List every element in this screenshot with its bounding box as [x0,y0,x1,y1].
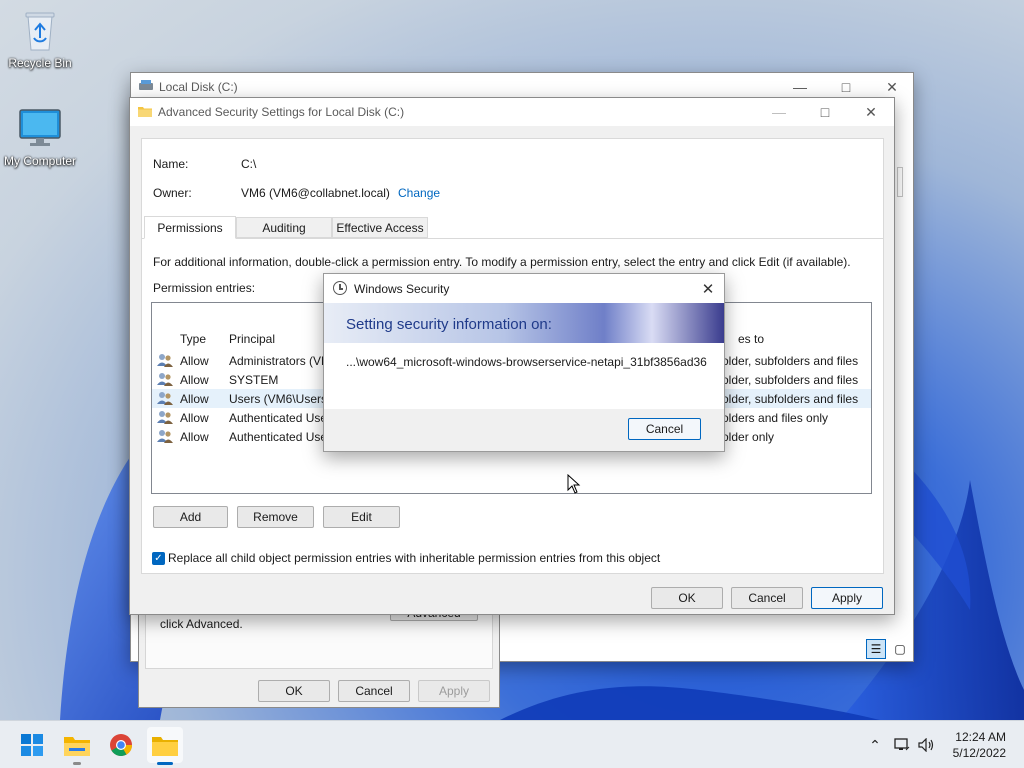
cancel-button[interactable]: Cancel [338,680,410,702]
close-button[interactable]: ✕ [848,98,894,126]
security-heading: Setting security information on: [346,316,552,333]
taskbar-clock[interactable]: 12:24 AM 5/12/2022 [953,729,1006,761]
security-path: ...\wow64_microsoft-windows-browserservi… [346,355,707,369]
large-icons-view-icon[interactable]: ▢ [890,639,910,659]
taskbar-file-explorer[interactable] [59,727,95,765]
maximize-button[interactable]: □ [802,98,848,126]
row-principal: Authenticated Use [229,430,328,444]
info-text: For additional information, double-click… [153,255,851,269]
window-title: Local Disk (C:) [159,80,238,94]
name-label: Name: [153,157,189,171]
security-titlebar: Windows Security ✕ [324,274,724,303]
cancel-button[interactable]: Cancel [628,418,701,440]
tab-permissions[interactable]: Permissions [144,216,236,239]
security-body: ...\wow64_microsoft-windows-browserservi… [324,343,724,409]
folder-icon [152,737,178,756]
volume-icon[interactable] [918,736,936,754]
clock-date: 5/12/2022 [952,746,1006,760]
start-button[interactable] [14,727,50,763]
owner-value: VM6 (VM6@collabnet.local) [241,186,390,200]
clock-time: 12:24 AM [955,730,1006,744]
close-button[interactable]: ✕ [696,278,720,300]
chevron-up-icon[interactable]: ⌃ [866,736,884,754]
remove-button[interactable]: Remove [237,506,314,528]
row-applies-to: older, subfolders and files [722,373,859,387]
folder-icon [138,105,152,117]
add-button[interactable]: Add [153,506,228,528]
row-principal: Users (VM6\Users) [229,392,332,406]
computer-icon [18,106,62,150]
advanced-security-titlebar: Advanced Security Settings for Local Dis… [130,98,894,126]
row-type: Allow [180,411,209,425]
file-explorer-icon [64,737,90,756]
tab-divider [142,238,883,239]
tab-effective-access[interactable]: Effective Access [332,217,428,238]
row-applies-to: older, subfolders and files [722,392,859,406]
chrome-icon [110,734,132,756]
user-group-icon [157,372,173,386]
window-title: Advanced Security Settings for Local Dis… [158,105,405,119]
row-principal: Administrators (VM [229,354,332,368]
replace-checkbox-label[interactable]: Replace all child object permission entr… [168,551,660,565]
minimize-button[interactable]: — [756,98,802,126]
mouse-cursor [567,474,581,494]
start-icon [21,734,43,756]
ok-button[interactable]: OK [258,680,330,702]
cancel-button[interactable]: Cancel [731,587,803,609]
row-applies-to: olders and files only [722,411,829,425]
desktop-icon-label: My Computer [3,154,77,168]
permission-entries-label: Permission entries: [153,281,256,295]
address-bar-edge [897,167,903,197]
network-icon[interactable] [893,736,911,754]
security-dialog-title: Windows Security [354,282,450,296]
edit-button[interactable]: Edit [323,506,400,528]
column-header-applies-to[interactable]: es to [738,332,764,346]
user-group-icon [157,391,173,405]
row-applies-to: older, subfolders and files [722,354,859,368]
recycle-bin-icon [18,8,62,52]
taskbar-folder[interactable] [147,727,183,765]
row-principal: SYSTEM [229,373,279,387]
row-type: Allow [180,392,209,406]
column-header-type[interactable]: Type [180,332,206,346]
user-group-icon [157,429,173,443]
change-owner-link[interactable]: Change [398,186,440,200]
row-type: Allow [180,373,209,387]
ok-button[interactable]: OK [651,587,723,609]
row-type: Allow [180,354,209,368]
user-group-icon [157,410,173,424]
desktop-icon-label: Recycle Bin [8,56,72,70]
owner-label: Owner: [153,186,192,200]
row-applies-to: older only [722,430,775,444]
apply-button[interactable]: Apply [418,680,490,702]
details-view-icon[interactable]: ☰ [866,639,886,659]
tab-auditing[interactable]: Auditing [236,217,332,238]
row-type: Allow [180,430,209,444]
row-principal: Authenticated Use [229,411,328,425]
security-banner: Setting security information on: [324,303,724,343]
taskbar: ⌃ 12:24 AM 5/12/2022 [0,720,1024,768]
windows-security-dialog: Windows Security ✕ Setting security info… [323,273,725,452]
taskbar-chrome[interactable] [103,727,139,763]
properties-hint: click Advanced. [160,617,243,631]
replace-checkbox[interactable]: ✓ [152,552,165,565]
user-group-icon [157,353,173,367]
column-header-principal[interactable]: Principal [229,332,275,346]
desktop-icon-recycle-bin[interactable]: Recycle Bin [0,8,80,70]
desktop-icon-my-computer[interactable]: My Computer [0,106,80,168]
name-value: C:\ [241,157,257,171]
clock-icon [333,281,347,295]
drive-icon [139,80,153,92]
apply-button[interactable]: Apply [811,587,883,609]
